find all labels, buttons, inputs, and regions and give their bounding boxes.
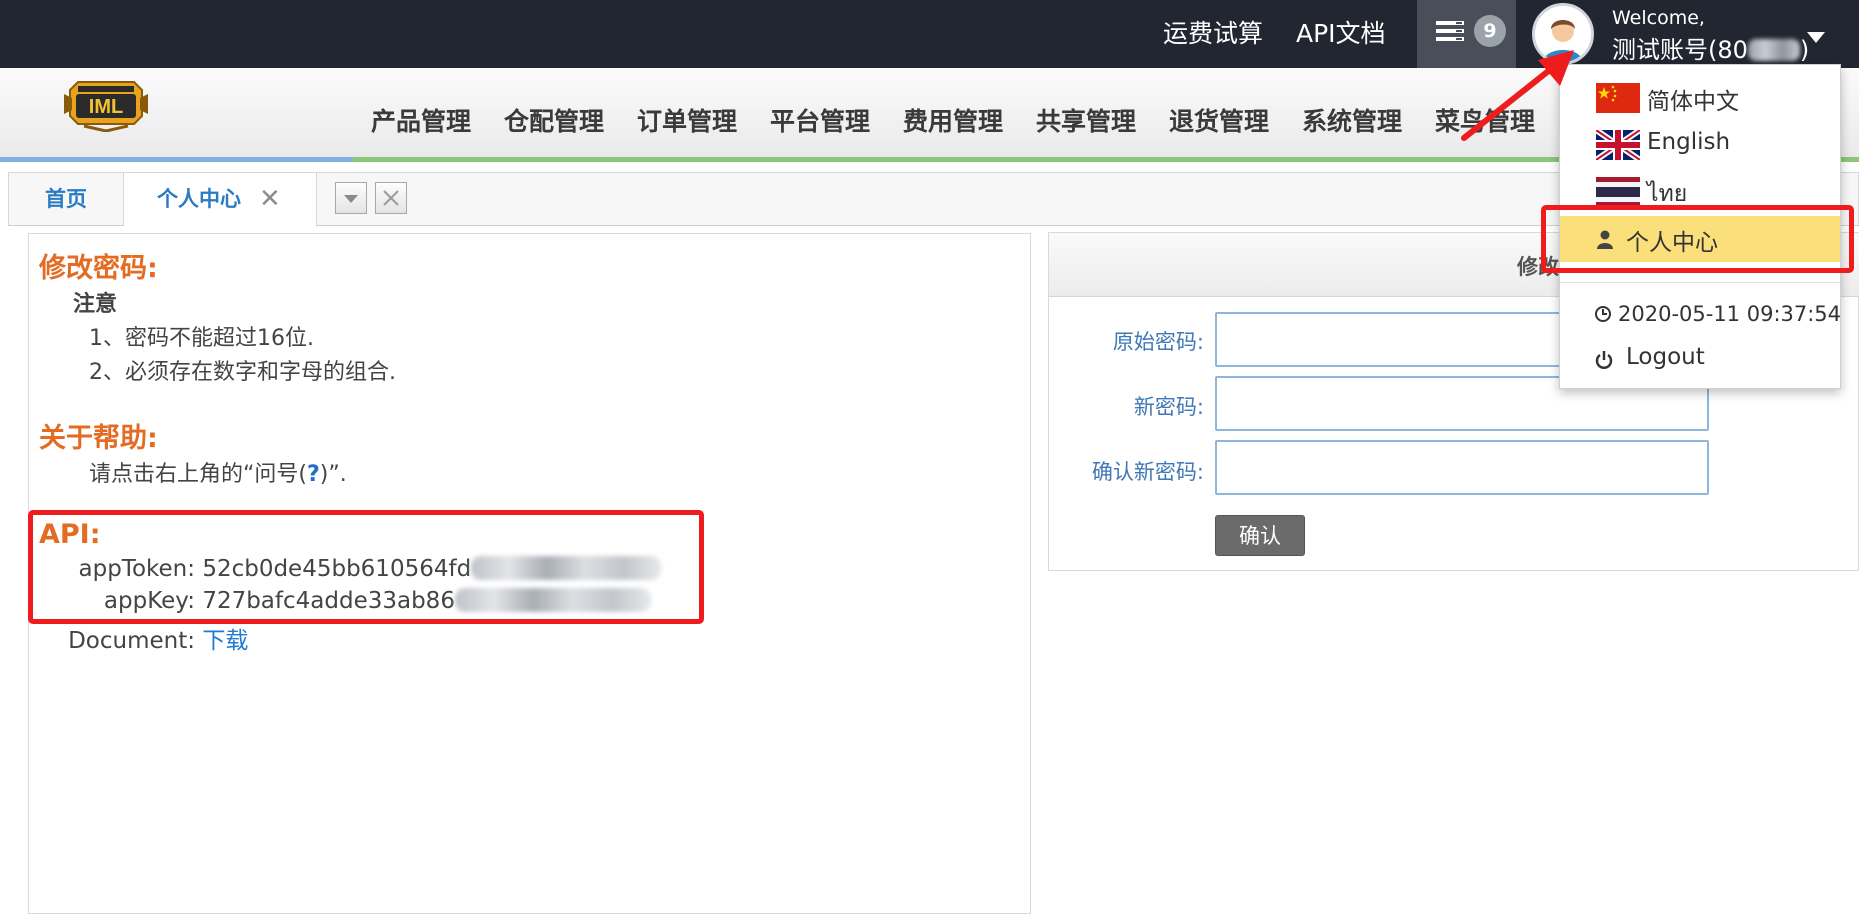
chevron-down-icon <box>344 195 358 203</box>
note-title: 注意 <box>73 292 118 317</box>
language-zh-label: 简体中文 <box>1647 89 1739 115</box>
logout-label: Logout <box>1626 344 1705 370</box>
chevron-down-icon <box>1807 32 1825 43</box>
freight-calc-link[interactable]: 运费试算 <box>1163 14 1263 50</box>
tab-home[interactable]: 首页 <box>9 173 124 226</box>
document-download-link[interactable]: 下载 <box>202 628 248 654</box>
uk-flag-icon <box>1596 130 1640 160</box>
nav-platform[interactable]: 平台管理 <box>770 102 870 138</box>
api-docs-link[interactable]: API文档 <box>1296 14 1386 50</box>
logout-option[interactable]: Logout <box>1560 337 1840 383</box>
nav-system[interactable]: 系统管理 <box>1302 102 1402 138</box>
nav-warehouse[interactable]: 仓配管理 <box>504 102 604 138</box>
tab-personal-center-label: 个人中心 <box>157 187 241 211</box>
power-icon <box>1595 351 1613 369</box>
new-password-label: 新密码: <box>1133 395 1204 419</box>
tab-home-label: 首页 <box>45 187 87 211</box>
nav-product[interactable]: 产品管理 <box>371 102 471 138</box>
nav-divider <box>0 157 353 162</box>
iml-logo[interactable]: IML <box>64 76 148 132</box>
welcome-text: Welcome, <box>1612 7 1705 29</box>
confirm-button[interactable]: 确认 <box>1215 515 1305 556</box>
annotation-arrow-icon <box>1461 50 1574 141</box>
login-time: 2020-05-11 09:37:54 <box>1594 302 1841 326</box>
help-text: 请点击右上角的“问号(?)”. <box>89 462 347 487</box>
redacted-blur <box>1747 39 1800 61</box>
personal-center-highlight-box <box>1541 205 1854 273</box>
clock-icon <box>1595 306 1611 322</box>
tab-personal-center[interactable]: 个人中心 ✕ <box>124 173 317 227</box>
thailand-flag-icon <box>1596 177 1640 207</box>
original-password-label: 原始密码: <box>1112 330 1204 354</box>
nav-share[interactable]: 共享管理 <box>1036 102 1136 138</box>
language-en-label: English <box>1647 129 1731 155</box>
confirm-password-input[interactable] <box>1215 440 1709 495</box>
svg-text:IML: IML <box>89 96 123 118</box>
close-icon <box>383 190 399 206</box>
note-item: 1、密码不能超过16位. <box>89 326 314 351</box>
nav-order[interactable]: 订单管理 <box>637 102 737 138</box>
nav-return[interactable]: 退货管理 <box>1169 102 1269 138</box>
username-text: 测试账号(80) <box>1612 36 1810 64</box>
language-zh-option[interactable]: 简体中文 <box>1560 75 1840 121</box>
close-icon[interactable]: ✕ <box>259 173 281 226</box>
document-row: Document: 下载 <box>61 621 248 655</box>
confirm-password-label: 确认新密码: <box>1091 460 1204 484</box>
language-en-option[interactable]: English <box>1560 122 1840 168</box>
note-item: 2、必须存在数字和字母的组合. <box>89 360 396 385</box>
document-label: Document: <box>68 628 195 654</box>
change-password-title: 修改密码: <box>39 253 158 284</box>
close-all-tabs-button[interactable] <box>375 182 407 214</box>
tab-list-dropdown[interactable] <box>335 182 367 214</box>
menu-divider <box>1560 282 1840 283</box>
china-flag-icon <box>1596 83 1640 113</box>
help-title: 关于帮助: <box>39 423 158 454</box>
api-highlight-box <box>28 510 704 624</box>
nav-fee[interactable]: 费用管理 <box>903 102 1003 138</box>
